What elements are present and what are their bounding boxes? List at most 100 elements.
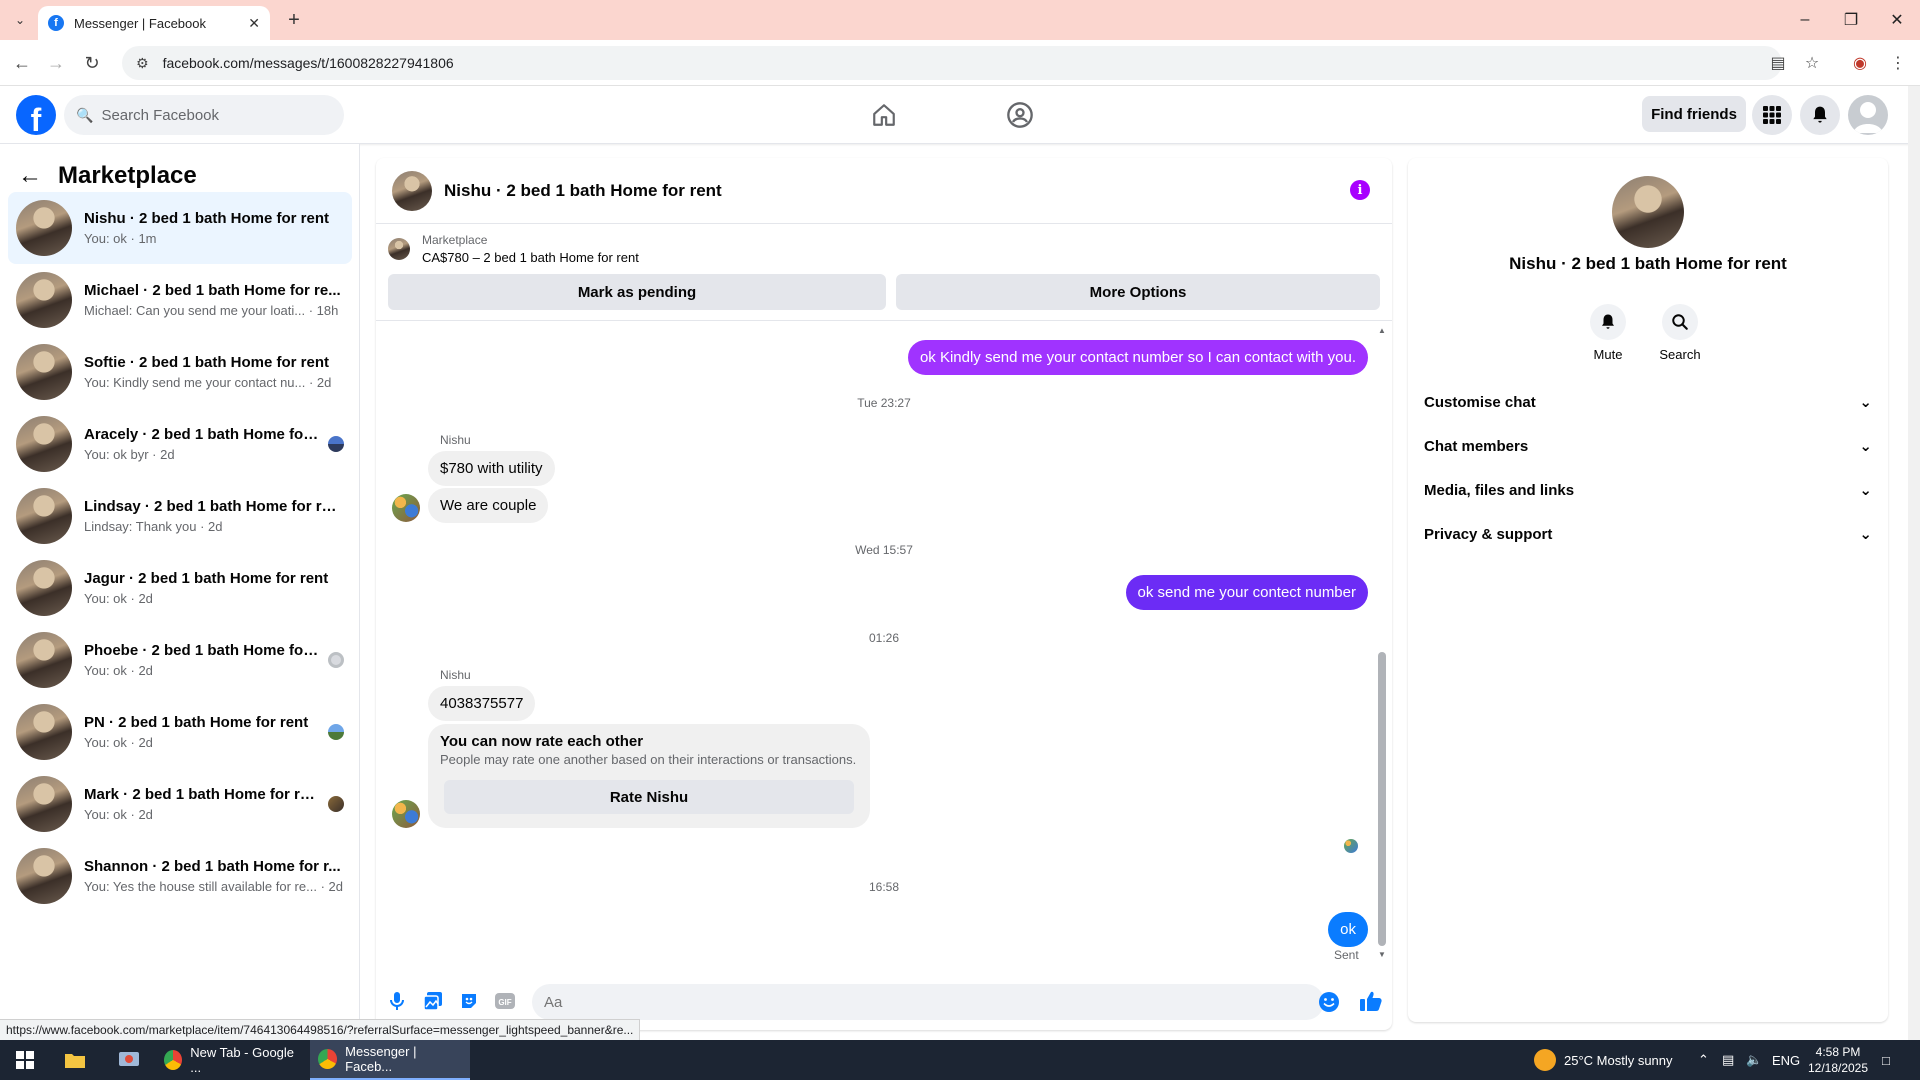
rate-nishu-button[interactable]: Rate Nishu [444, 780, 854, 814]
message-scrollbar[interactable] [1378, 652, 1386, 946]
conversation-name: Phoebe · 2 bed 1 bath Home for... [84, 641, 320, 659]
svg-text:GIF: GIF [498, 998, 511, 1007]
info-icon[interactable]: i [1350, 180, 1370, 200]
outgoing-message[interactable]: ok send me your contect number [1125, 575, 1368, 610]
outgoing-message[interactable]: ok Kindly send me your contact number so… [907, 340, 1368, 375]
mute-button[interactable]: Mute [1578, 304, 1638, 362]
browser-tab[interactable]: f Messenger | Facebook ✕ [38, 6, 270, 40]
conversation-item[interactable]: Softie · 2 bed 1 bath Home for rent You: … [8, 336, 352, 408]
like-thumbs-up-icon[interactable] [1358, 988, 1384, 1014]
conversation-avatar [16, 200, 72, 256]
sticker-icon[interactable] [456, 988, 482, 1014]
outgoing-message[interactable]: ok [1328, 912, 1368, 947]
sender-avatar[interactable] [392, 800, 420, 828]
conversation-item[interactable]: Shannon · 2 bed 1 bath Home for r... You:… [8, 840, 352, 912]
url-text: facebook.com/messages/t/1600828227941806 [162, 55, 454, 71]
chat-avatar[interactable] [392, 170, 432, 211]
row-label: Privacy & support [1424, 525, 1553, 543]
install-app-icon[interactable]: ▤ [1764, 49, 1792, 77]
conversation-item[interactable]: Michael · 2 bed 1 bath Home for re... Mic… [8, 264, 352, 336]
conversation-avatar [16, 632, 72, 688]
menu-grid-icon[interactable] [1752, 95, 1792, 135]
media-files-links-row[interactable]: Media, files and links ⌄ [1424, 468, 1872, 512]
customise-chat-row[interactable]: Customise chat ⌄ [1424, 380, 1872, 424]
conversation-avatar [16, 416, 72, 472]
show-hidden-icons-chevron-icon[interactable]: ⌃ [1698, 1040, 1709, 1080]
back-arrow-icon[interactable]: ← [18, 162, 42, 190]
taskbar-chrome-new-tab[interactable]: New Tab - Google ... [156, 1040, 306, 1080]
search-in-conversation-button[interactable]: Search [1650, 304, 1710, 362]
app-icon[interactable] [110, 1040, 148, 1080]
listing-banner[interactable]: Marketplace CA$780 – 2 bed 1 bath Home f… [388, 232, 639, 268]
chat-members-row[interactable]: Chat members ⌄ [1424, 424, 1872, 468]
mark-as-pending-button[interactable]: Mark as pending [388, 274, 886, 310]
reload-button[interactable]: ↻ [78, 49, 106, 77]
notifications-center-icon[interactable]: □ [1882, 1040, 1890, 1080]
page-scrollbar[interactable] [1908, 86, 1920, 1040]
gif-icon[interactable]: GIF [492, 988, 518, 1014]
home-icon[interactable] [864, 98, 904, 132]
privacy-support-row[interactable]: Privacy & support ⌄ [1424, 512, 1872, 556]
new-tab-button[interactable]: + [282, 8, 306, 32]
conversation-name: Michael · 2 bed 1 bath Home for re... [84, 281, 341, 299]
sender-name: Nishu [440, 668, 471, 682]
clock-time: 4:58 PM [1815, 1045, 1861, 1059]
divider [376, 320, 1392, 321]
message-input[interactable] [532, 984, 1324, 1020]
conversation-item[interactable]: Phoebe · 2 bed 1 bath Home for... You: ok… [8, 624, 352, 696]
scroll-up-arrow[interactable]: ▲ [1378, 326, 1386, 335]
file-explorer-icon[interactable] [56, 1040, 94, 1080]
marketplace-sidebar: ← Marketplace Nishu · 2 bed 1 bath Home … [0, 144, 360, 1040]
weather-widget[interactable]: 25°C Mostly sunny [1534, 1040, 1673, 1080]
conversation-item[interactable]: Mark · 2 bed 1 bath Home for rent You: ok… [8, 768, 352, 840]
chat-title[interactable]: Nishu · 2 bed 1 bath Home for rent [444, 181, 722, 201]
incoming-message[interactable]: 4038375577 [428, 686, 536, 721]
conversation-item[interactable]: Aracely · 2 bed 1 bath Home for ... You: … [8, 408, 352, 480]
conversation-item[interactable]: PN · 2 bed 1 bath Home for rent You: ok ·… [8, 696, 352, 768]
sender-avatar[interactable] [392, 494, 420, 522]
facebook-logo-icon[interactable]: f [16, 95, 56, 135]
volume-icon[interactable]: 🔈 [1746, 1040, 1762, 1080]
conversation-preview: You: ok · 2d [84, 662, 153, 678]
conversation-preview: Lindsay: Thank you · 2d [84, 518, 223, 534]
more-options-button[interactable]: More Options [896, 274, 1380, 310]
microphone-icon[interactable] [384, 988, 410, 1014]
conversation-item[interactable]: Jagur · 2 bed 1 bath Home for rent You: o… [8, 552, 352, 624]
start-windows-icon[interactable] [8, 1040, 42, 1080]
forward-button[interactable]: → [42, 49, 70, 77]
conversation-preview: Michael: Can you send me your loati... ·… [84, 302, 339, 318]
close-window-button[interactable]: ✕ [1874, 0, 1920, 40]
contact-avatar[interactable] [1612, 176, 1684, 248]
conversation-item[interactable]: Lindsay · 2 bed 1 bath Home for rent Lind… [8, 480, 352, 552]
profile-icon[interactable]: ◉ [1846, 49, 1874, 77]
find-friends-button[interactable]: Find friends [1642, 96, 1746, 132]
conversation-preview: You: Kindly send me your contact nu... ·… [84, 374, 332, 390]
clock[interactable]: 4:58 PM 12/18/2025 [1798, 1044, 1878, 1076]
conversation-item[interactable]: Nishu · 2 bed 1 bath Home for rent You: o… [8, 192, 352, 264]
back-button[interactable]: ← [8, 49, 36, 77]
bookmark-star-icon[interactable]: ☆ [1798, 49, 1826, 77]
incoming-message[interactable]: $780 with utility [428, 451, 555, 486]
close-tab-icon[interactable]: ✕ [248, 15, 260, 32]
conversation-name: Lindsay · 2 bed 1 bath Home for rent [84, 497, 344, 515]
account-avatar[interactable] [1848, 95, 1888, 135]
facebook-search-input[interactable]: 🔍 Search Facebook [64, 95, 344, 135]
groups-icon[interactable] [1000, 98, 1040, 132]
conversation-name: Softie · 2 bed 1 bath Home for rent [84, 353, 330, 371]
search-placeholder: Search Facebook [101, 106, 220, 124]
language-indicator[interactable]: ENG [1772, 1040, 1800, 1080]
url-omnibox[interactable]: ⚙ facebook.com/messages/t/16008282279418… [122, 46, 1782, 80]
taskbar-chrome-messenger[interactable]: Messenger | Faceb... [310, 1040, 470, 1080]
minimize-button[interactable]: – [1782, 0, 1828, 40]
notifications-bell-icon[interactable] [1800, 95, 1840, 135]
incoming-message[interactable]: We are couple [428, 488, 549, 523]
browser-menu-icon[interactable]: ⋮ [1884, 49, 1912, 77]
tab-search-button[interactable]: ⌄ [8, 8, 32, 32]
photo-icon[interactable] [420, 988, 446, 1014]
scroll-down-arrow[interactable]: ▼ [1378, 950, 1386, 959]
network-icon[interactable]: ▤ [1722, 1040, 1734, 1080]
rate-card-subtitle: People may rate one another based on the… [440, 752, 857, 767]
restore-button[interactable]: ❐ [1828, 0, 1874, 40]
site-info-icon[interactable]: ⚙ [136, 55, 149, 72]
emoji-icon[interactable] [1316, 989, 1342, 1015]
